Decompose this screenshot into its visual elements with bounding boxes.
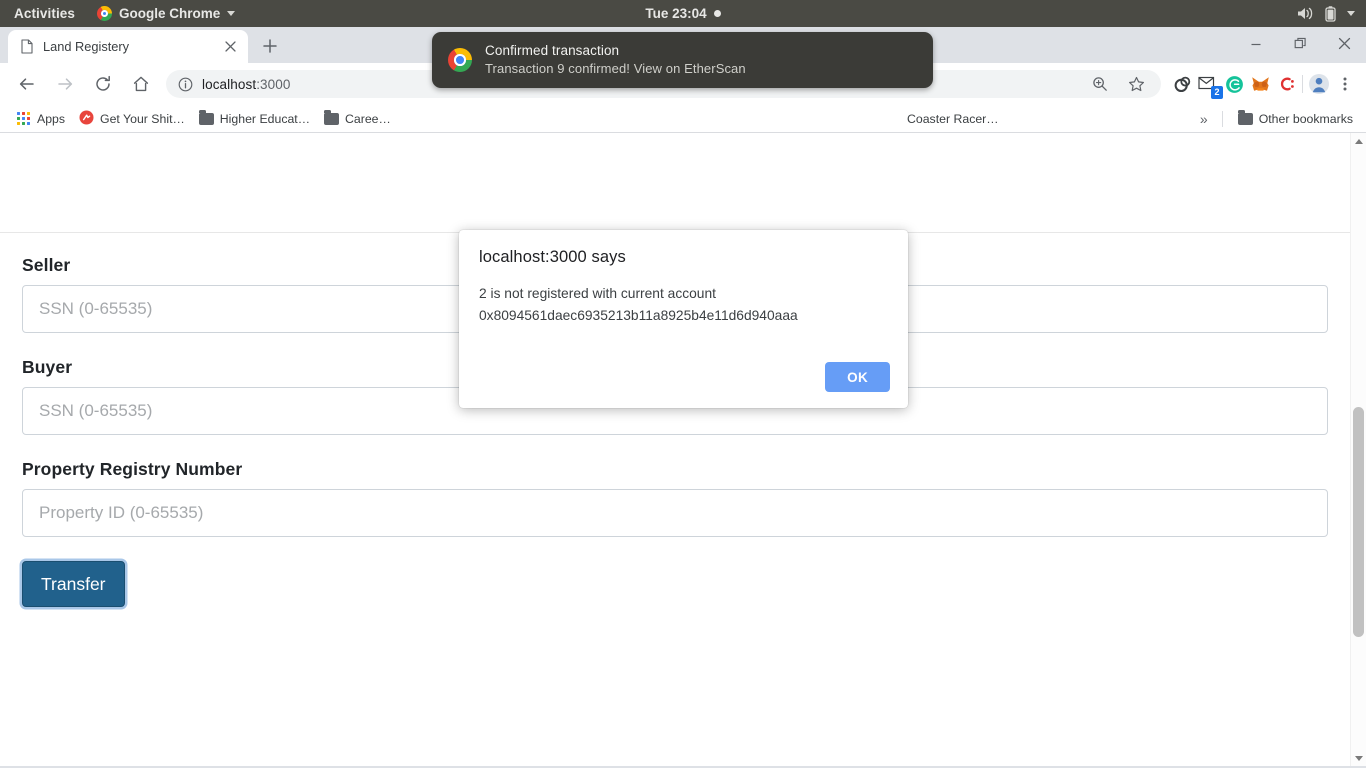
triangle-down-icon [1354,755,1363,761]
arrow-left-icon [19,78,34,90]
omnibox-actions [1087,71,1151,97]
back-button[interactable] [12,69,42,99]
window-close-button[interactable] [1322,27,1366,60]
tab-title: Land Registery [43,39,130,54]
dialog-message-line-1: 2 is not registered with current account [479,286,716,301]
bookmarks-bar: Apps Get Your Shit… Higher Educat… Caree… [0,105,1366,133]
scrollbar-down-button[interactable] [1351,750,1366,766]
extension-metamask-fox-icon[interactable] [1247,71,1273,97]
triangle-up-icon [1354,138,1363,144]
dialog-title: localhost:3000 says [479,248,626,266]
scrollbar-thumb[interactable] [1353,407,1364,637]
apps-grid-icon [17,111,31,126]
property-id-input[interactable] [22,489,1328,537]
bookmark-label: Other bookmarks [1258,111,1353,126]
arrow-right-icon [58,78,73,90]
folder-icon [1237,110,1253,125]
address-bar-text: localhost:3000 [202,77,290,92]
bookmark-star-icon[interactable] [1123,71,1149,97]
red-circle-icon [79,110,94,128]
bookmark-higher-education[interactable]: Higher Educat… [192,109,317,129]
chevron-down-icon [227,11,236,16]
bookmarks-overflow-button[interactable]: » [1194,109,1214,129]
new-tab-button[interactable] [256,32,284,60]
three-dot-menu-icon[interactable] [1332,71,1358,97]
notification-title: Confirmed transaction [485,43,620,59]
window-controls [1234,27,1366,60]
dialog-actions: OK [825,362,890,392]
reload-icon [96,75,110,91]
info-circle-icon[interactable] [178,77,193,92]
folder-icon [198,110,214,125]
bookmark-career[interactable]: Caree… [317,109,398,129]
clock-label[interactable]: Tue 23:04 [645,6,706,21]
bookmark-label: Apps [37,111,66,126]
gnome-top-bar: Activities Google Chrome Tue 23:04 [0,0,1366,27]
toolbar-divider [1302,75,1303,93]
dialog-message-line-2: 0x8094561daec6935213b11a8925b4e11d6d940a… [479,308,798,324]
extension-colon-c-icon[interactable] [1273,71,1299,97]
folder-icon [324,110,340,125]
bookmark-label: Get Your Shit… [100,111,185,126]
plus-icon [263,39,277,53]
home-icon [133,76,149,92]
window-minimize-button[interactable] [1234,27,1278,60]
activities-button[interactable]: Activities [0,0,87,27]
extension-mail-icon[interactable]: 2 [1195,71,1223,99]
page-viewport: Seller Buyer Property Registry Number Tr… [0,133,1366,766]
property-registry-number-label: Property Registry Number [22,459,243,479]
page-icon [21,39,33,54]
bookmark-label: Caree… [345,111,391,126]
transfer-button[interactable]: Transfer [22,561,125,607]
home-button[interactable] [126,69,156,99]
reload-button[interactable] [88,69,118,99]
dialog-message: 2 is not registered with current account… [479,283,888,328]
zoom-in-icon[interactable] [1087,71,1113,97]
gnome-top-bar-left: Activities Google Chrome [0,0,245,27]
gnome-status-area[interactable] [1297,0,1366,27]
page-scrollbar[interactable] [1350,133,1366,766]
javascript-alert-dialog: localhost:3000 says 2 is not registered … [459,230,908,408]
bookmark-coaster-racer[interactable]: Coaster Racer… [900,109,1006,129]
bookmarks-divider [1221,110,1223,127]
avatar-icon[interactable] [1306,71,1332,97]
bookmark-label: Coaster Racer… [907,111,999,126]
extension-grammarly-icon[interactable] [1221,71,1247,97]
address-host: localhost [202,76,257,92]
chrome-browser-window: Land Registery localhost:3000 2 Apps Get… [0,27,1366,768]
notification-body: Confirmed transaction Transaction 9 conf… [485,42,746,78]
battery-icon [1325,5,1336,22]
page-header-area [0,133,1366,233]
chrome-logo-icon [448,48,472,72]
bookmark-apps[interactable]: Apps [10,109,72,129]
extension-dark-circle-icon[interactable] [1169,71,1195,97]
bookmark-get-your-shit[interactable]: Get Your Shit… [72,107,192,131]
app-menu-chrome[interactable]: Google Chrome [87,0,245,27]
status-chevron-down-icon[interactable] [1347,11,1355,16]
notification-message: Transaction 9 confirmed! View on EtherSc… [485,61,746,77]
address-port: :3000 [256,76,291,92]
window-restore-button[interactable] [1278,27,1322,60]
desktop-notification[interactable]: Confirmed transaction Transaction 9 conf… [432,32,933,88]
tab-close-icon[interactable] [220,37,240,57]
volume-icon [1298,7,1313,20]
tab-land-registery[interactable]: Land Registery [8,30,248,63]
dialog-ok-button[interactable]: OK [825,362,890,392]
bookmark-other-bookmarks[interactable]: Other bookmarks [1231,109,1360,129]
scrollbar-up-button[interactable] [1351,133,1366,149]
app-menu-label: Google Chrome [119,6,221,21]
chrome-logo-icon [97,6,113,21]
bookmarks-bar-right: » Other bookmarks [1194,109,1360,129]
bookmark-label: Higher Educat… [219,111,311,126]
forward-button[interactable] [50,69,80,99]
recording-dot-icon [713,10,721,17]
